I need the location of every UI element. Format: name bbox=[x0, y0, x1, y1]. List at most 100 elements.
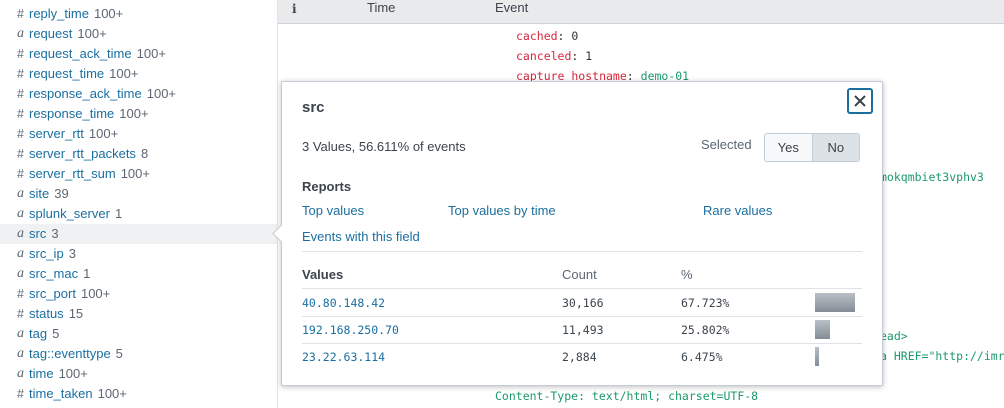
field-name[interactable]: src_mac bbox=[29, 266, 78, 281]
number-type-icon: # bbox=[17, 107, 24, 121]
close-icon bbox=[854, 95, 866, 107]
selected-no-button[interactable]: No bbox=[812, 134, 859, 161]
event-line-partial[interactable]: mokqmbiet3vphv3 bbox=[880, 170, 984, 184]
string-type-icon: a bbox=[17, 326, 24, 341]
value-row[interactable]: 192.168.250.70 11,493 25.802% bbox=[302, 316, 862, 343]
field-item-splunk-server[interactable]: a splunk_server 1 bbox=[0, 204, 277, 224]
value-link[interactable]: 23.22.63.114 bbox=[302, 350, 385, 364]
event-line-canceled: canceled: 1 bbox=[516, 49, 593, 63]
field-label: response_ack_time 100+ bbox=[29, 84, 176, 104]
field-item-src-port[interactable]: # src_port 100+ bbox=[0, 284, 277, 304]
field-value-count: 1 bbox=[114, 206, 123, 221]
field-value-count: 8 bbox=[140, 146, 149, 161]
field-label: splunk_server 1 bbox=[29, 204, 122, 224]
field-name[interactable]: src_port bbox=[29, 286, 76, 301]
field-name[interactable]: time bbox=[29, 366, 54, 381]
percent-bar bbox=[815, 347, 819, 366]
field-item-src[interactable]: a src 3 bbox=[0, 224, 277, 244]
event-line-cached: cached: 0 bbox=[516, 29, 579, 43]
field-label: src_port 100+ bbox=[29, 284, 110, 304]
field-label: tag 5 bbox=[29, 324, 59, 344]
field-item-request-time[interactable]: # request_time 100+ bbox=[0, 64, 277, 84]
top-values-link[interactable]: Top values bbox=[302, 203, 364, 218]
info-column-header[interactable]: i bbox=[292, 2, 297, 16]
value-row[interactable]: 40.80.148.42 30,166 67.723% bbox=[302, 289, 862, 316]
field-name[interactable]: request_ack_time bbox=[29, 46, 132, 61]
field-value-count: 100+ bbox=[58, 366, 88, 381]
string-type-icon: a bbox=[17, 266, 24, 281]
field-summary-popup: src 3 Values, 56.611% of events Selected… bbox=[272, 81, 883, 386]
field-item-time-taken[interactable]: # time_taken 100+ bbox=[0, 384, 277, 404]
field-name[interactable]: request_time bbox=[29, 66, 104, 81]
field-name[interactable]: status bbox=[29, 306, 64, 321]
field-name[interactable]: time_taken bbox=[29, 386, 93, 401]
event-column-header[interactable]: Event bbox=[495, 0, 528, 15]
number-type-icon: # bbox=[17, 127, 24, 141]
field-value-count: 100+ bbox=[120, 166, 150, 181]
field-name[interactable]: server_rtt_packets bbox=[29, 146, 136, 161]
selected-toggle: Yes No bbox=[764, 133, 860, 162]
field-value-count: 100+ bbox=[93, 6, 124, 21]
field-name[interactable]: src bbox=[29, 226, 46, 241]
percent-bar-track bbox=[815, 293, 856, 312]
field-item-time[interactable]: a time 100+ bbox=[0, 364, 277, 384]
time-column-header[interactable]: Time bbox=[367, 0, 395, 15]
field-item-src-mac[interactable]: a src_mac 1 bbox=[0, 264, 277, 284]
field-item-tag-eventtype[interactable]: a tag::eventtype 5 bbox=[0, 344, 277, 364]
field-name[interactable]: server_rtt_sum bbox=[29, 166, 116, 181]
field-item-response-time[interactable]: # response_time 100+ bbox=[0, 104, 277, 124]
field-label: response_time 100+ bbox=[29, 104, 149, 124]
field-label: src 3 bbox=[29, 224, 59, 244]
field-item-response-ack-time[interactable]: # response_ack_time 100+ bbox=[0, 84, 277, 104]
events-with-field-link[interactable]: Events with this field bbox=[302, 229, 420, 244]
field-item-site[interactable]: a site 39 bbox=[0, 184, 277, 204]
number-type-icon: # bbox=[17, 287, 24, 301]
field-label: server_rtt 100+ bbox=[29, 124, 118, 144]
field-name[interactable]: response_ack_time bbox=[29, 86, 142, 101]
field-label: time 100+ bbox=[29, 364, 88, 384]
field-item-server-rtt[interactable]: # server_rtt 100+ bbox=[0, 124, 277, 144]
number-type-icon: # bbox=[17, 167, 24, 181]
field-item-tag[interactable]: a tag 5 bbox=[0, 324, 277, 344]
field-name[interactable]: tag::eventtype bbox=[29, 346, 111, 361]
field-value-count: 1 bbox=[83, 266, 91, 281]
field-key[interactable]: canceled bbox=[516, 49, 571, 63]
field-item-src-ip[interactable]: a src_ip 3 bbox=[0, 244, 277, 264]
field-item-server-rtt-packets[interactable]: # server_rtt_packets 8 bbox=[0, 144, 277, 164]
field-item-request-ack-time[interactable]: # request_ack_time 100+ bbox=[0, 44, 277, 64]
number-type-icon: # bbox=[17, 67, 24, 81]
string-type-icon: a bbox=[17, 346, 24, 361]
field-item-request[interactable]: a request 100+ bbox=[0, 24, 277, 44]
value-percent: 25.802% bbox=[681, 323, 730, 337]
field-name[interactable]: splunk_server bbox=[29, 206, 110, 221]
field-name[interactable]: server_rtt bbox=[29, 126, 84, 141]
selected-label: Selected bbox=[701, 137, 752, 152]
field-name[interactable]: site bbox=[29, 186, 49, 201]
field-item-status[interactable]: # status 15 bbox=[0, 304, 277, 324]
percent-bar bbox=[815, 293, 855, 312]
field-name[interactable]: tag bbox=[29, 326, 47, 341]
top-values-by-time-link[interactable]: Top values by time bbox=[448, 203, 556, 218]
selected-yes-button[interactable]: Yes bbox=[765, 134, 813, 161]
field-value[interactable]: 1 bbox=[585, 49, 592, 63]
rare-values-link[interactable]: Rare values bbox=[703, 203, 772, 218]
field-item-server-rtt-sum[interactable]: # server_rtt_sum 100+ bbox=[0, 164, 277, 184]
field-item-reply-time[interactable]: # reply_time 100+ bbox=[0, 4, 277, 24]
field-name[interactable]: response_time bbox=[29, 106, 114, 121]
event-line-partial: ead> bbox=[880, 329, 908, 343]
field-label: tag::eventtype 5 bbox=[29, 344, 123, 364]
fields-sidebar: # reply_time 100+ a request 100+ # request_ack_… bbox=[0, 0, 278, 408]
values-summary: 3 Values, 56.611% of events bbox=[302, 139, 466, 154]
field-name[interactable]: request bbox=[29, 26, 72, 41]
number-type-icon: # bbox=[17, 147, 24, 161]
value-row[interactable]: 23.22.63.114 2,884 6.475% bbox=[302, 343, 862, 370]
value-link[interactable]: 192.168.250.70 bbox=[302, 323, 399, 337]
field-key[interactable]: cached bbox=[516, 29, 558, 43]
value-link[interactable]: 40.80.148.42 bbox=[302, 296, 385, 310]
percent-bar bbox=[815, 320, 830, 339]
field-value[interactable]: 0 bbox=[571, 29, 578, 43]
percent-bar-track bbox=[815, 347, 856, 366]
field-name[interactable]: src_ip bbox=[29, 246, 64, 261]
field-name[interactable]: reply_time bbox=[29, 6, 89, 21]
close-button[interactable] bbox=[847, 88, 873, 114]
